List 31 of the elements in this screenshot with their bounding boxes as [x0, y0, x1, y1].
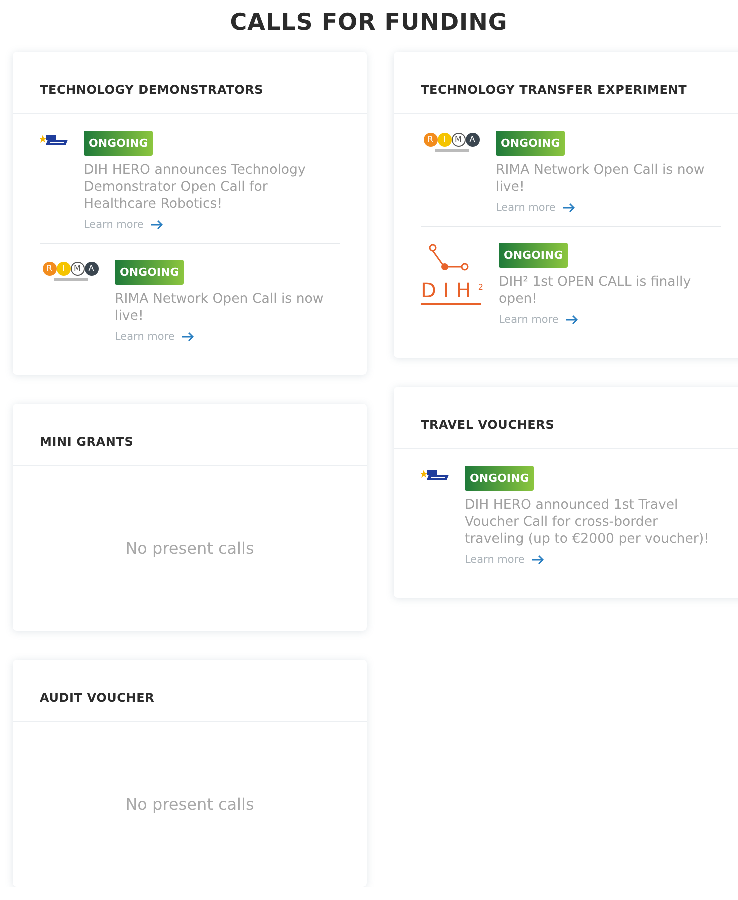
card-title: MINI GRANTS: [40, 435, 134, 449]
arrow-icon: [564, 315, 579, 325]
arrow-icon: [180, 332, 195, 342]
arrow-icon: [530, 555, 545, 565]
card-title: TRAVEL VOUCHERS: [421, 418, 555, 432]
arrow-icon: [150, 220, 164, 230]
learn-more-link[interactable]: Learn more: [465, 554, 545, 566]
call-description: RIMA Network Open Call is now live!: [496, 162, 706, 196]
learn-more-link[interactable]: Learn more: [115, 331, 195, 343]
call-description: DIH HERO announces Technology Demonstrator Open Call for Healthcare Robotics!: [84, 162, 307, 213]
empty-message: No present calls: [126, 795, 254, 814]
status-badge: ONGOING: [115, 260, 184, 285]
learn-more-link[interactable]: Learn more: [499, 314, 579, 326]
dih-logo: DIH$^{2}$: [421, 243, 485, 305]
page-title: CALLS FOR FUNDING: [229, 9, 509, 38]
card-title: TECHNOLOGY TRANSFER EXPERIMENT: [421, 83, 688, 97]
learn-more-link[interactable]: Learn more: [84, 219, 164, 231]
empty-message: No present calls: [126, 539, 254, 558]
call-description: DIH HERO announced 1st Travel Voucher Call for cross-border traveling (up to €2000 per voucher)!: [465, 497, 710, 548]
rima-logo: R I M A: [421, 131, 482, 152]
status-badge: ONGOING: [499, 243, 568, 268]
call-description: DIH² 1st OPEN CALL is finally open!: [499, 274, 692, 308]
arrow-icon: [562, 203, 576, 213]
status-badge: ONGOING: [84, 131, 154, 156]
learn-more-link[interactable]: Learn more: [496, 202, 576, 214]
status-badge: ONGOING: [465, 466, 534, 491]
rima-logo: R I M A: [40, 260, 101, 281]
card-title: TECHNOLOGY DEMONSTRATORS: [40, 83, 264, 97]
call-description: RIMA Network Open Call is now live!: [115, 291, 325, 325]
status-badge: ONGOING: [496, 131, 566, 156]
card-title: AUDIT VOUCHER: [40, 691, 155, 705]
